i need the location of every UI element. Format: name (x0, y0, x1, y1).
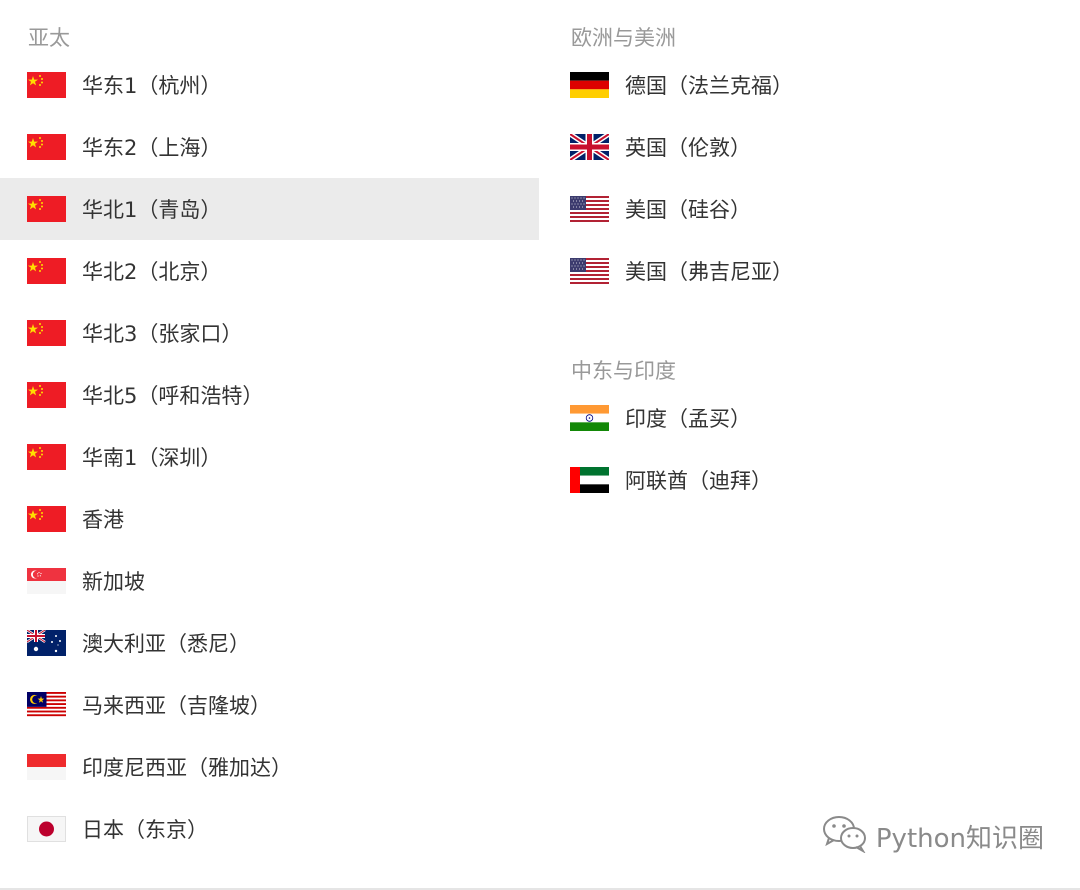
region-item-silicon-valley[interactable]: 美国（硅谷） (543, 178, 1080, 240)
region-label: 华北2（北京） (82, 260, 222, 284)
region-item-zhangjiakou[interactable]: 华北3（张家口） (0, 302, 539, 364)
region-item-shenzhen[interactable]: 华南1（深圳） (0, 426, 539, 488)
region-label: 日本（东京） (82, 818, 208, 842)
china-flag-icon (27, 258, 66, 284)
wechat-icon (820, 813, 876, 860)
region-item-london[interactable]: 英国（伦敦） (543, 116, 1080, 178)
region-label: 新加坡 (82, 570, 145, 594)
malaysia-flag-icon (27, 692, 66, 718)
region-item-qingdao[interactable]: 华北1（青岛） (0, 178, 539, 240)
region-label: 美国（弗吉尼亚） (625, 260, 793, 284)
watermark: Python知识圈 (820, 813, 1044, 860)
region-item-tokyo[interactable]: 日本（东京） (0, 798, 539, 860)
group-title-asia-pacific: 亚太 (28, 26, 70, 50)
china-flag-icon (27, 196, 66, 222)
region-item-dubai[interactable]: 阿联酋（迪拜） (543, 449, 1080, 511)
region-label: 马来西亚（吉隆坡） (82, 694, 271, 718)
indonesia-flag-icon (27, 754, 66, 780)
watermark-text: Python知识圈 (875, 824, 1044, 854)
region-item-kuala-lumpur[interactable]: 马来西亚（吉隆坡） (0, 674, 539, 736)
australia-flag-icon (27, 630, 66, 656)
region-item-hohhot[interactable]: 华北5（呼和浩特） (0, 364, 539, 426)
china-flag-icon (27, 506, 66, 532)
region-label: 华北3（张家口） (82, 322, 243, 346)
uae-flag-icon (570, 467, 609, 493)
india-flag-icon (570, 405, 609, 431)
china-flag-icon (27, 72, 66, 98)
asia-pacific-column: 亚太 华东1（杭州） 华东2（上海） 华北1（青岛） 华北2（北京） 华北3（张… (0, 0, 539, 860)
region-label: 美国（硅谷） (625, 198, 751, 222)
region-item-mumbai[interactable]: 印度（孟买） (543, 387, 1080, 449)
region-label: 印度尼西亚（雅加达） (82, 756, 292, 780)
group-title-middle-east-india: 中东与印度 (571, 359, 676, 383)
group-title-europe-america: 欧洲与美洲 (571, 26, 676, 50)
germany-flag-icon (570, 72, 609, 98)
region-item-shanghai[interactable]: 华东2（上海） (0, 116, 539, 178)
region-label: 华南1（深圳） (82, 446, 222, 470)
region-label: 华北5（呼和浩特） (82, 384, 264, 408)
region-label: 华东2（上海） (82, 136, 222, 160)
china-flag-icon (27, 382, 66, 408)
japan-flag-icon (27, 816, 66, 842)
china-flag-icon (27, 134, 66, 160)
china-flag-icon (27, 444, 66, 470)
region-item-frankfurt[interactable]: 德国（法兰克福） (543, 54, 1080, 116)
region-label: 华北1（青岛） (82, 198, 222, 222)
singapore-flag-icon (27, 568, 66, 594)
region-item-hongkong[interactable]: 香港 (0, 488, 539, 550)
uk-flag-icon (570, 134, 609, 160)
region-item-beijing[interactable]: 华北2（北京） (0, 240, 539, 302)
region-item-virginia[interactable]: 美国（弗吉尼亚） (543, 240, 1080, 302)
region-label: 印度（孟买） (625, 407, 751, 431)
region-label: 德国（法兰克福） (625, 74, 793, 98)
region-label: 阿联酋（迪拜） (625, 469, 772, 493)
region-item-sydney[interactable]: 澳大利亚（悉尼） (0, 612, 539, 674)
usa-flag-icon (570, 258, 609, 284)
region-item-jakarta[interactable]: 印度尼西亚（雅加达） (0, 736, 539, 798)
europe-america-mideast-column: 欧洲与美洲 德国（法兰克福） 英国（伦敦） 美国（硅谷） 美国（弗吉尼亚） 中东… (543, 0, 1080, 511)
region-item-hangzhou[interactable]: 华东1（杭州） (0, 54, 539, 116)
region-label: 英国（伦敦） (625, 136, 751, 160)
usa-flag-icon (570, 196, 609, 222)
region-label: 澳大利亚（悉尼） (82, 632, 250, 656)
china-flag-icon (27, 320, 66, 346)
region-label: 华东1（杭州） (82, 74, 222, 98)
region-item-singapore[interactable]: 新加坡 (0, 550, 539, 612)
region-label: 香港 (82, 508, 124, 532)
